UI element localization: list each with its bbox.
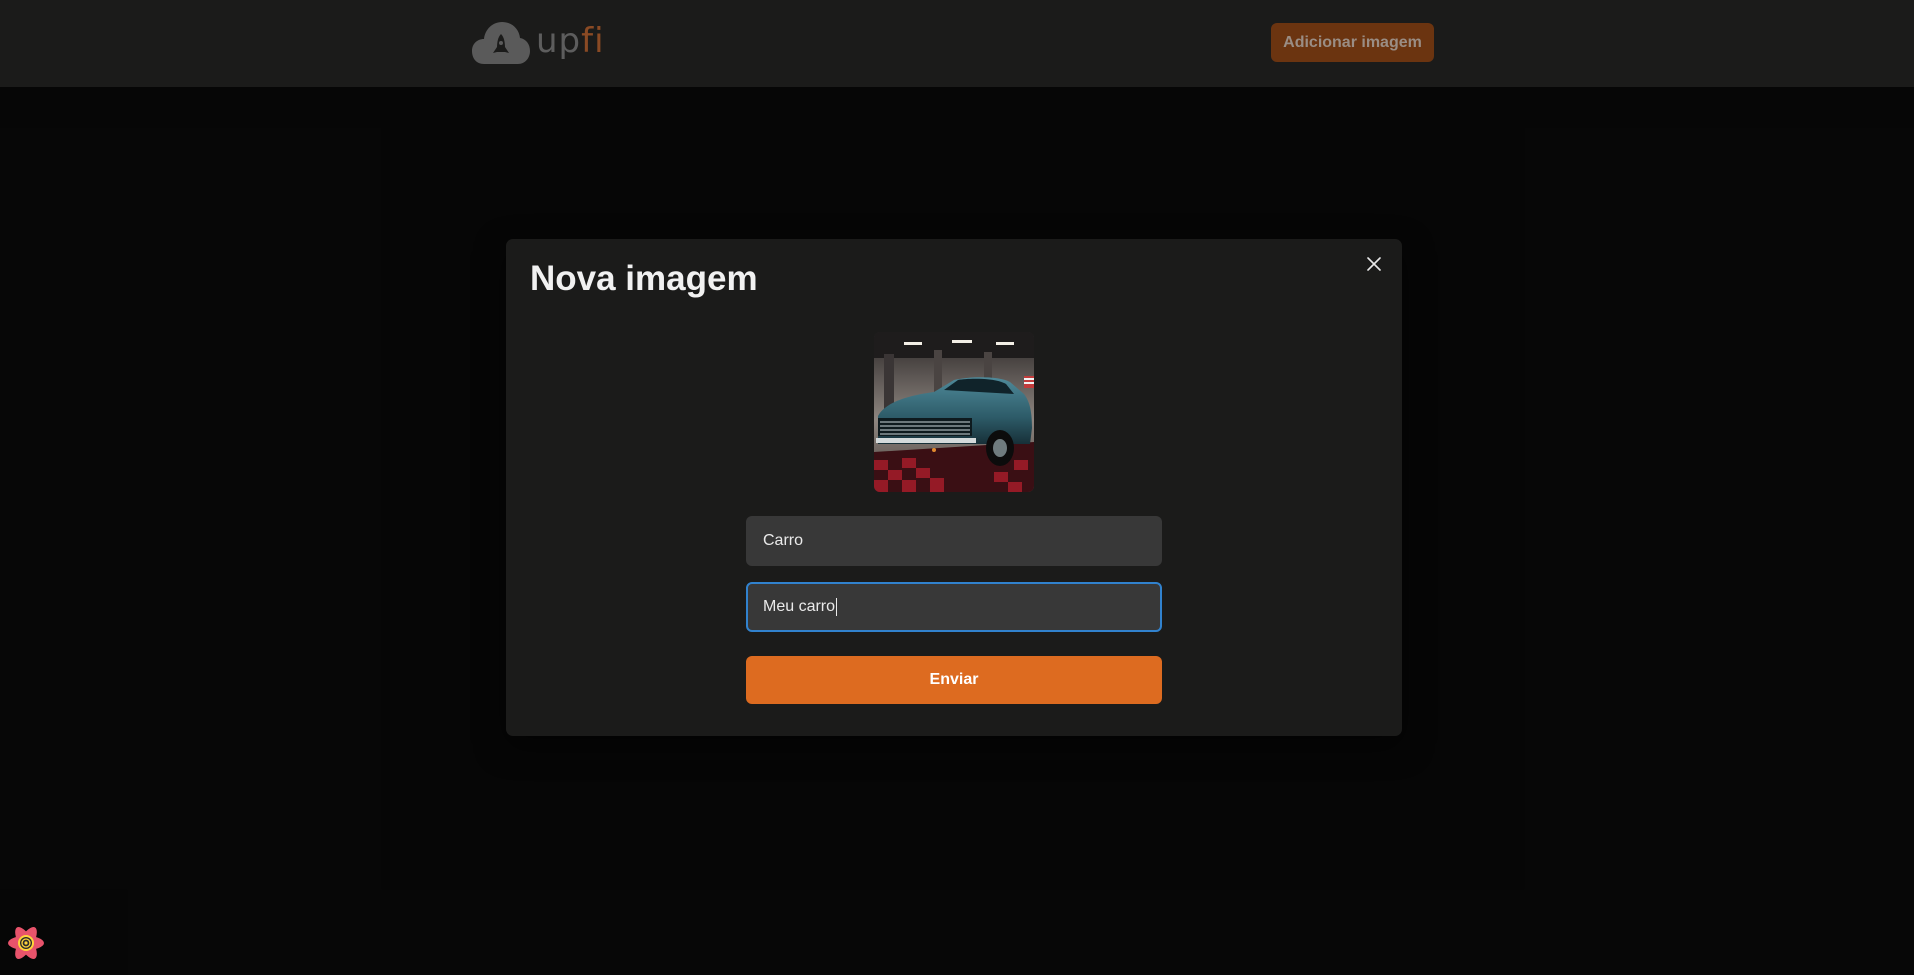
cloud-rocket-icon <box>472 22 530 64</box>
logo-text-up: up <box>536 21 582 61</box>
header: upfi Adicionar imagem <box>0 0 1914 87</box>
submit-button[interactable]: Enviar <box>746 656 1162 704</box>
logo[interactable]: upfi <box>472 20 605 66</box>
description-input[interactable]: Meu carro <box>746 582 1162 632</box>
car-photo <box>874 332 1034 492</box>
title-input[interactable]: Carro <box>746 516 1162 566</box>
close-icon <box>1367 257 1381 271</box>
modal-title: Nova imagem <box>530 259 758 298</box>
new-image-modal: Nova imagem Carro Meu carro Enviar <box>506 239 1402 736</box>
devtools-toggle[interactable] <box>6 923 46 963</box>
description-input-value: Meu carro <box>763 598 836 615</box>
react-query-devtools-icon <box>8 927 44 959</box>
page: upfi Adicionar imagem Nova imagem Carro … <box>0 0 1914 975</box>
add-image-button[interactable]: Adicionar imagem <box>1271 23 1434 62</box>
image-preview[interactable] <box>874 332 1034 492</box>
text-caret <box>836 598 838 616</box>
title-input-value: Carro <box>763 532 804 549</box>
logo-text-fi: fi <box>581 21 605 61</box>
close-button[interactable] <box>1359 249 1389 279</box>
logo-text: upfi <box>536 18 605 64</box>
